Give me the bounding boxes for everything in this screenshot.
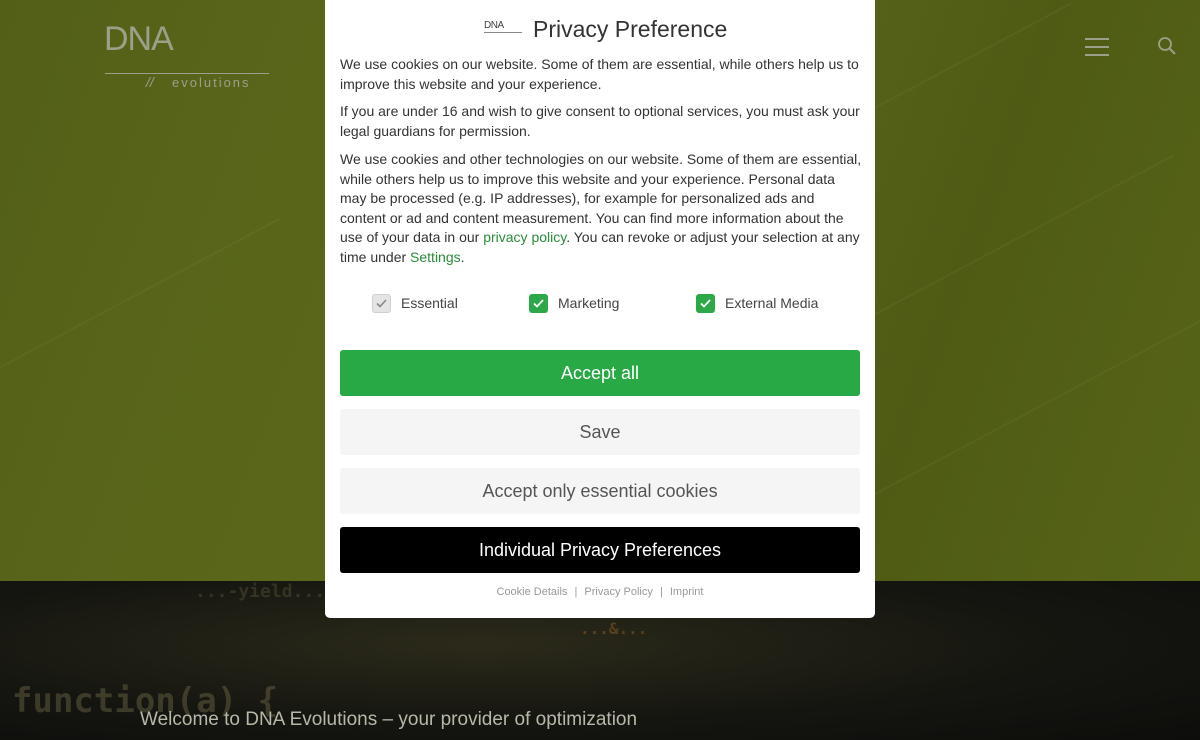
accept-essential-button[interactable]: Accept only essential cookies <box>340 468 860 514</box>
dialog-paragraph-details: We use cookies and other technologies on… <box>340 150 862 268</box>
privacy-policy-footer-link[interactable]: Privacy Policy <box>584 586 652 598</box>
consent-label[interactable]: External Media <box>725 295 818 311</box>
accept-all-button[interactable]: Accept all <box>340 350 860 396</box>
details-text: . <box>460 248 465 265</box>
consent-essential: Essential <box>372 292 458 314</box>
logo-sub-text: evolutions <box>172 75 251 90</box>
checkbox-essential <box>372 293 391 313</box>
consent-checkboxes: Essential Marketing External Media <box>325 292 875 314</box>
dialog-paragraph-intro: We use cookies on our website. Some of t… <box>340 56 859 92</box>
cookie-details-link[interactable]: Cookie Details <box>497 586 568 598</box>
consent-marketing[interactable]: Marketing <box>529 292 619 314</box>
consent-external-media[interactable]: External Media <box>696 292 818 314</box>
dialog-logo: DNA <box>484 20 524 36</box>
dialog-footer-links: Cookie Details | Privacy Policy | Imprin… <box>325 586 875 598</box>
link-separator: | <box>659 586 663 598</box>
consent-label[interactable]: Marketing <box>558 295 619 311</box>
privacy-dialog: DNA Privacy Preference We use cookies on… <box>325 0 875 618</box>
search-icon[interactable] <box>1157 36 1177 56</box>
logo-underline <box>105 73 269 74</box>
dialog-title: Privacy Preference <box>533 16 728 42</box>
link-separator: | <box>574 586 578 598</box>
save-button[interactable]: Save <box>340 409 860 455</box>
background-code-text: ...&... <box>580 619 648 638</box>
background-code-text: ...-yield... <box>195 581 326 602</box>
individual-preferences-button[interactable]: Individual Privacy Preferences <box>340 527 860 573</box>
logo-slashes: // <box>146 74 154 90</box>
logo-main-text: DNA <box>104 20 174 58</box>
site-logo[interactable]: DNA // evolutions <box>104 20 274 90</box>
dialog-header: DNA Privacy Preference <box>325 14 875 46</box>
checkbox-external-media[interactable] <box>696 293 715 313</box>
hamburger-menu-icon[interactable] <box>1085 38 1109 56</box>
welcome-heading: Welcome to DNA Evolutions – your provide… <box>140 709 638 730</box>
dialog-paragraph-age: If you are under 16 and wish to give con… <box>340 103 860 139</box>
dialog-logo-text: DNA <box>484 20 504 31</box>
consent-label: Essential <box>401 295 458 311</box>
checkbox-marketing[interactable] <box>529 293 548 313</box>
imprint-link[interactable]: Imprint <box>670 586 704 598</box>
privacy-policy-link[interactable]: privacy policy <box>483 229 566 245</box>
settings-link[interactable]: Settings <box>410 249 461 265</box>
